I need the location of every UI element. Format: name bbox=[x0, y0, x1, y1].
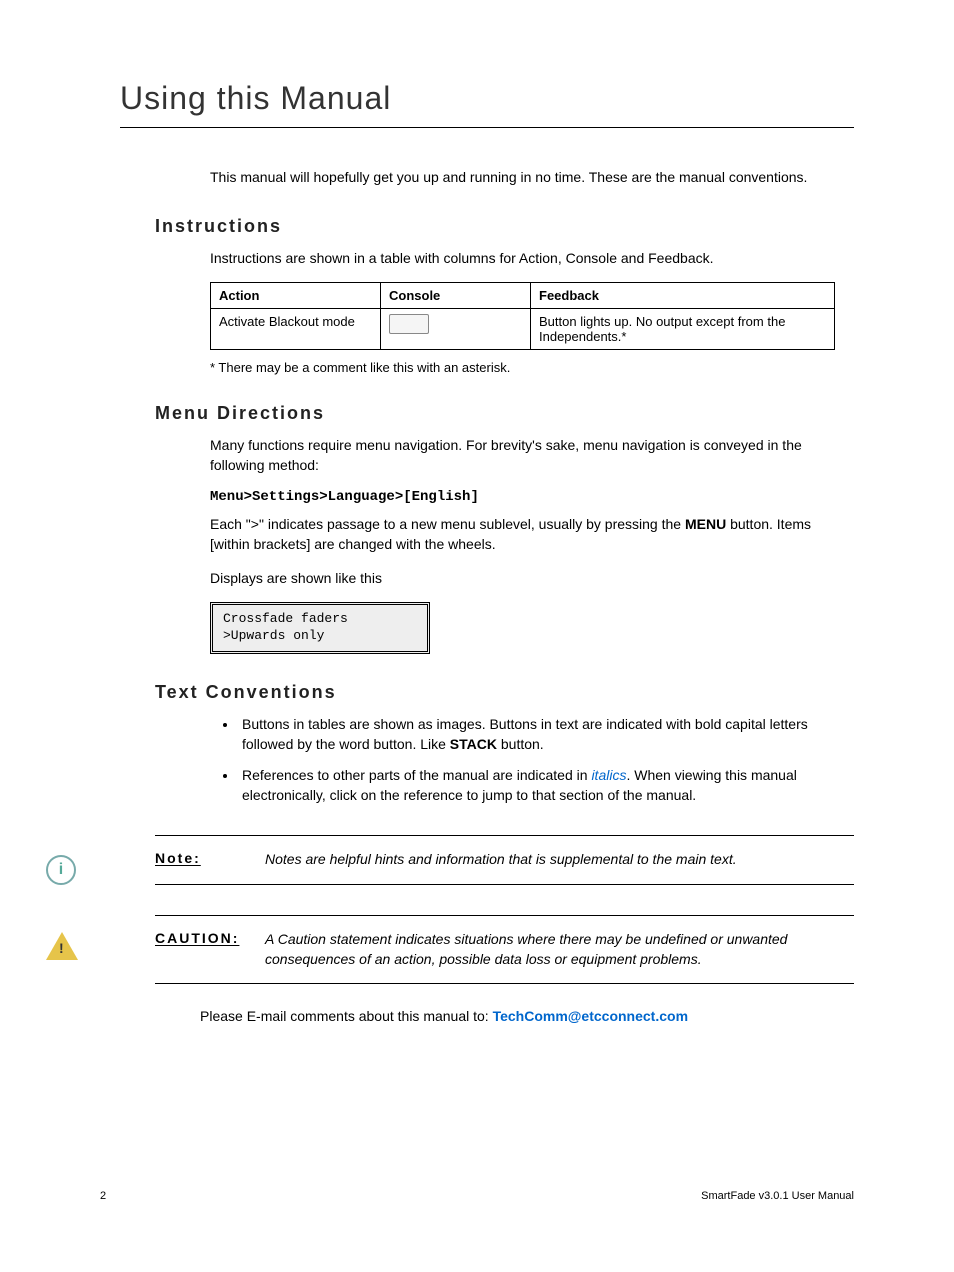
caution-block: CAUTION: A Caution statement indicates s… bbox=[155, 915, 854, 984]
info-icon: i bbox=[46, 855, 76, 885]
menu-explain-pre: Each " bbox=[210, 516, 251, 532]
intro-paragraph: This manual will hopefully get you up an… bbox=[210, 168, 854, 188]
th-console: Console bbox=[381, 283, 531, 309]
footer-doc-title: SmartFade v3.0.1 User Manual bbox=[701, 1190, 854, 1202]
page-number: 2 bbox=[100, 1190, 106, 1202]
display-line-1: Crossfade faders bbox=[223, 611, 417, 628]
email-link[interactable]: TechComm@etcconnect.com bbox=[493, 1008, 688, 1024]
email-line: Please E-mail comments about this manual… bbox=[200, 1008, 854, 1024]
cell-console bbox=[381, 309, 531, 350]
email-lead: Please E-mail comments about this manual… bbox=[200, 1008, 493, 1024]
bullet1-post: button. bbox=[497, 736, 544, 752]
console-button-icon bbox=[389, 314, 429, 334]
text-conventions-heading: Text Conventions bbox=[155, 682, 854, 703]
menu-path-example: Menu>Settings>Language>[English] bbox=[210, 489, 854, 505]
list-item: References to other parts of the manual … bbox=[238, 766, 854, 805]
menu-button-word: MENU bbox=[685, 516, 726, 532]
instructions-table: Action Console Feedback Activate Blackou… bbox=[210, 282, 835, 350]
lcd-display-example: Crossfade faders >Upwards only bbox=[210, 602, 430, 654]
instructions-lead: Instructions are shown in a table with c… bbox=[210, 249, 854, 269]
th-action: Action bbox=[211, 283, 381, 309]
italics-link-example[interactable]: italics bbox=[591, 767, 626, 783]
table-footnote: * There may be a comment like this with … bbox=[210, 360, 854, 375]
text-conventions-list: Buttons in tables are shown as images. B… bbox=[238, 715, 854, 805]
menu-explain-mid: " indicates passage to a new menu sublev… bbox=[259, 516, 685, 532]
page-title: Using this Manual bbox=[120, 80, 854, 128]
list-item: Buttons in tables are shown as images. B… bbox=[238, 715, 854, 754]
displays-lead: Displays are shown like this bbox=[210, 569, 854, 589]
note-text: Notes are helpful hints and information … bbox=[265, 850, 737, 870]
cell-action: Activate Blackout mode bbox=[211, 309, 381, 350]
note-label: Note: bbox=[155, 850, 265, 870]
chevron-icon: > bbox=[251, 516, 259, 532]
page-footer: 2 SmartFade v3.0.1 User Manual bbox=[100, 1190, 854, 1202]
table-header-row: Action Console Feedback bbox=[211, 283, 835, 309]
caution-label: CAUTION: bbox=[155, 930, 265, 969]
th-feedback: Feedback bbox=[531, 283, 835, 309]
menu-directions-heading: Menu Directions bbox=[155, 403, 854, 424]
menu-explain: Each ">" indicates passage to a new menu… bbox=[210, 515, 854, 554]
stack-bold-word: STACK bbox=[450, 736, 497, 752]
caution-text: A Caution statement indicates situations… bbox=[265, 930, 854, 969]
bullet2-pre: References to other parts of the manual … bbox=[242, 767, 591, 783]
warning-icon bbox=[46, 932, 78, 960]
display-line-2: >Upwards only bbox=[223, 628, 417, 645]
instructions-heading: Instructions bbox=[155, 216, 854, 237]
note-block: Note: Notes are helpful hints and inform… bbox=[155, 835, 854, 885]
cell-feedback: Button lights up. No output except from … bbox=[531, 309, 835, 350]
table-row: Activate Blackout mode Button lights up.… bbox=[211, 309, 835, 350]
menu-lead: Many functions require menu navigation. … bbox=[210, 436, 854, 475]
